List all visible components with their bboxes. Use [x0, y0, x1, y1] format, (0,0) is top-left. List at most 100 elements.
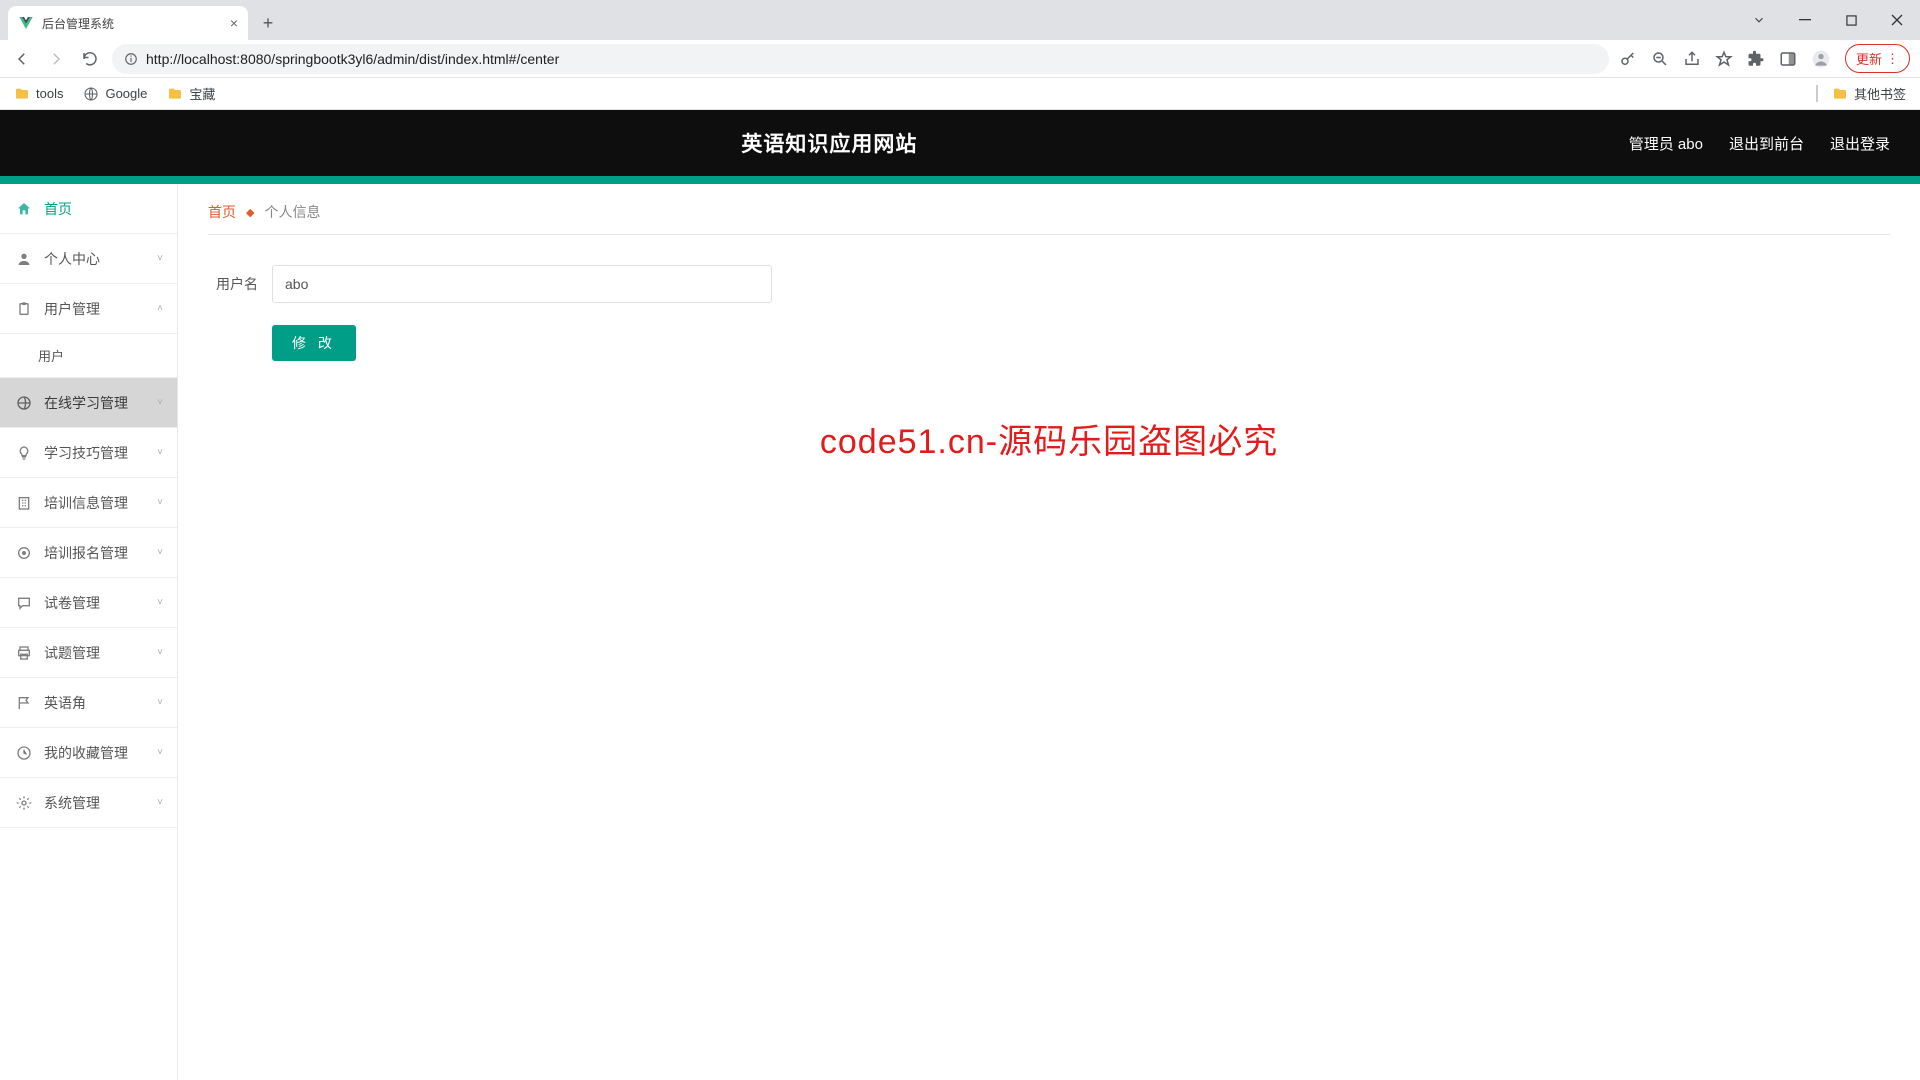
chevron-up-icon: ˄	[157, 303, 163, 314]
star-icon[interactable]	[1715, 50, 1733, 68]
folder-icon	[167, 86, 183, 102]
logout-link[interactable]: 退出登录	[1830, 133, 1890, 154]
tab-close-icon[interactable]: ×	[230, 15, 238, 31]
chat-icon	[16, 595, 32, 611]
target-icon	[16, 545, 32, 561]
chevron-down-icon: ˅	[157, 647, 163, 658]
window-controls	[1736, 0, 1920, 40]
sidebar-item-label: 个人中心	[44, 249, 100, 269]
sidebar-item-label: 培训报名管理	[44, 543, 128, 563]
url-text: http://localhost:8080/springbootk3yl6/ad…	[146, 51, 559, 67]
chevron-down-icon: ˅	[157, 253, 163, 264]
form-row-username: 用户名	[208, 265, 1890, 303]
maximize-icon[interactable]	[1828, 0, 1874, 40]
sidebar-item-11[interactable]: 我的收藏管理 ˅	[0, 728, 177, 778]
sidebar-item-0[interactable]: 首页	[0, 184, 177, 234]
sidebar-item-8[interactable]: 试卷管理 ˅	[0, 578, 177, 628]
folder-icon	[14, 86, 30, 102]
app-header: 英语知识应用网站 管理员 abo 退出到前台 退出登录	[0, 110, 1920, 176]
header-actions: 管理员 abo 退出到前台 退出登录	[1629, 133, 1890, 154]
submit-button[interactable]: 修 改	[272, 325, 356, 361]
sidebar-item-label: 在线学习管理	[44, 393, 128, 413]
minimize-icon[interactable]	[1782, 0, 1828, 40]
reload-icon[interactable]	[78, 47, 102, 71]
key-icon[interactable]	[1619, 50, 1637, 68]
sidebar-item-10[interactable]: 英语角 ˅	[0, 678, 177, 728]
sidebar-item-label: 试题管理	[44, 643, 100, 663]
globe-icon	[83, 86, 99, 102]
clock-icon	[16, 745, 32, 761]
bookmark-treasure[interactable]: 宝藏	[167, 84, 215, 103]
vue-favicon	[18, 15, 34, 31]
nav-forward-icon[interactable]	[44, 47, 68, 71]
main-content: 首页 ◆ 个人信息 用户名 修 改 code51.cn-源码乐园盗图必究	[178, 184, 1920, 1080]
extensions-icon[interactable]	[1747, 50, 1765, 68]
clipboard-icon	[16, 301, 32, 317]
sidebar-item-7[interactable]: 培训报名管理 ˅	[0, 528, 177, 578]
chevron-down-icon: ˅	[157, 397, 163, 408]
chevron-down-icon: ˅	[157, 797, 163, 808]
username-input[interactable]	[272, 265, 772, 303]
admin-label[interactable]: 管理员 abo	[1629, 133, 1703, 154]
sidebar-item-label: 系统管理	[44, 793, 100, 813]
chevron-down-icon: ˅	[157, 447, 163, 458]
chevron-down-icon: ˅	[157, 697, 163, 708]
sidebar-item-label: 英语角	[44, 693, 86, 713]
site-title: 英语知识应用网站	[30, 128, 1629, 158]
sidebar-item-label: 我的收藏管理	[44, 743, 128, 763]
sidepanel-icon[interactable]	[1779, 50, 1797, 68]
print-icon	[16, 645, 32, 661]
close-window-icon[interactable]	[1874, 0, 1920, 40]
user-icon	[16, 251, 32, 267]
profile-icon[interactable]	[1811, 49, 1831, 69]
sidebar-item-2[interactable]: 用户管理˄	[0, 284, 177, 334]
breadcrumb: 首页 ◆ 个人信息	[208, 202, 1890, 235]
share-icon[interactable]	[1683, 50, 1701, 68]
sidebar-item-label: 首页	[44, 199, 72, 219]
bookmarks-bar: tools Google 宝藏 其他书签	[0, 78, 1920, 110]
sidebar-item-9[interactable]: 试题管理 ˅	[0, 628, 177, 678]
tab-title: 后台管理系统	[42, 15, 222, 32]
sidebar-item-12[interactable]: 系统管理 ˅	[0, 778, 177, 828]
zoom-icon[interactable]	[1651, 50, 1669, 68]
sidebar-item-5[interactable]: 学习技巧管理 ˅	[0, 428, 177, 478]
folder-icon	[1816, 85, 1848, 102]
url-field[interactable]: http://localhost:8080/springbootk3yl6/ad…	[112, 44, 1609, 74]
chevron-down-icon: ˅	[157, 547, 163, 558]
address-bar: http://localhost:8080/springbootk3yl6/ad…	[0, 40, 1920, 78]
chevron-down-icon: ˅	[157, 747, 163, 758]
breadcrumb-home[interactable]: 首页	[208, 202, 236, 222]
sidebar-item-label: 试卷管理	[44, 593, 100, 613]
sidebar-item-4[interactable]: 在线学习管理 ˅	[0, 378, 177, 428]
info-icon	[124, 52, 138, 66]
new-tab-button[interactable]: +	[254, 9, 282, 37]
bookmark-google[interactable]: Google	[83, 86, 147, 102]
bookmark-tools[interactable]: tools	[14, 86, 63, 102]
accent-bar	[0, 176, 1920, 184]
building-icon	[16, 495, 32, 511]
other-bookmarks[interactable]: 其他书签	[1816, 84, 1906, 103]
exit-front-link[interactable]: 退出到前台	[1729, 133, 1804, 154]
browser-tab[interactable]: 后台管理系统 ×	[8, 6, 248, 40]
username-label: 用户名	[208, 274, 258, 294]
sidebar-item-3[interactable]: 用户	[0, 334, 177, 378]
breadcrumb-sep-icon: ◆	[246, 206, 254, 219]
bulb-icon	[16, 445, 32, 461]
sidebar-item-label: 培训信息管理	[44, 493, 128, 513]
flag-icon	[16, 695, 32, 711]
sidebar-item-label: 用户	[38, 346, 64, 365]
center-watermark: code51.cn-源码乐园盗图必究	[820, 414, 1278, 463]
sidebar-item-label: 学习技巧管理	[44, 443, 128, 463]
chevron-down-icon: ˅	[157, 497, 163, 508]
sidebar-item-1[interactable]: 个人中心 ˅	[0, 234, 177, 284]
nav-back-icon[interactable]	[10, 47, 34, 71]
tabsearch-icon[interactable]	[1736, 0, 1782, 40]
update-button[interactable]: 更新⋮	[1845, 44, 1910, 73]
gear-icon	[16, 795, 32, 811]
globe-icon	[16, 395, 32, 411]
sidebar: 首页个人中心˅用户管理˄用户在线学习管理˅学习技巧管理˅培训信息管理˅培训报名管…	[0, 184, 178, 1080]
sidebar-item-6[interactable]: 培训信息管理 ˅	[0, 478, 177, 528]
browser-tabbar: 后台管理系统 × +	[0, 0, 1920, 40]
breadcrumb-current: 个人信息	[264, 202, 320, 222]
chevron-down-icon: ˅	[157, 597, 163, 608]
